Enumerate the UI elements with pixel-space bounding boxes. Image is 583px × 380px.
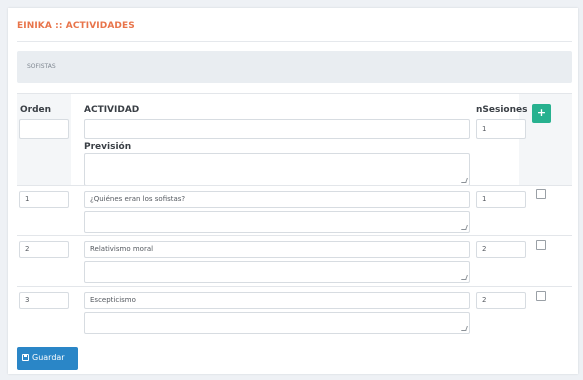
header-prevision: Previsión (84, 142, 132, 152)
breadcrumb-label: SOFISTAS (27, 63, 56, 70)
save-icon (22, 354, 29, 361)
delete-checkbox[interactable] (536, 189, 546, 199)
save-button[interactable]: Guardar (17, 347, 78, 370)
delete-checkbox[interactable] (536, 291, 546, 301)
new-nsesiones-input[interactable]: 1 (476, 119, 526, 139)
nsesiones-input[interactable]: 1 (476, 191, 526, 208)
header-orden: Orden (20, 105, 52, 115)
nsesiones-input[interactable]: 2 (476, 292, 526, 309)
orden-input[interactable]: 2 (19, 241, 69, 258)
save-button-label: Guardar (32, 353, 65, 362)
title-divider (17, 41, 572, 42)
actividad-input[interactable]: Escepticismo (84, 292, 470, 309)
prevision-textarea[interactable] (84, 211, 470, 233)
new-prevision-textarea[interactable] (84, 153, 470, 186)
nsesiones-input[interactable]: 2 (476, 241, 526, 258)
new-actividad-input[interactable] (84, 119, 470, 139)
table-row: 3 Escepticismo 2 (17, 286, 572, 336)
actividad-input[interactable]: ¿Quiénes eran los sofistas? (84, 191, 470, 208)
header-nsesiones: nSesiones (476, 105, 528, 115)
table-header-row: Orden ACTIVIDAD nSesiones Previsión 1 + (17, 94, 572, 186)
orden-input[interactable]: 3 (19, 292, 69, 309)
prevision-textarea[interactable] (84, 312, 470, 334)
actividad-input[interactable]: Relativismo moral (84, 241, 470, 258)
table-row: 1 ¿Quiénes eran los sofistas? 1 (17, 185, 572, 235)
delete-checkbox[interactable] (536, 240, 546, 250)
page-title: EINIKA :: ACTIVIDADES (17, 21, 135, 31)
table-row: 2 Relativismo moral 2 (17, 235, 572, 285)
prevision-textarea[interactable] (84, 261, 470, 283)
header-actividad: ACTIVIDAD (84, 105, 140, 115)
orden-input[interactable]: 1 (19, 191, 69, 208)
breadcrumb: SOFISTAS (17, 51, 572, 83)
main-panel: EINIKA :: ACTIVIDADES SOFISTAS Orden ACT… (8, 8, 578, 374)
new-orden-input[interactable] (19, 119, 69, 139)
add-activity-button[interactable]: + (532, 104, 551, 123)
